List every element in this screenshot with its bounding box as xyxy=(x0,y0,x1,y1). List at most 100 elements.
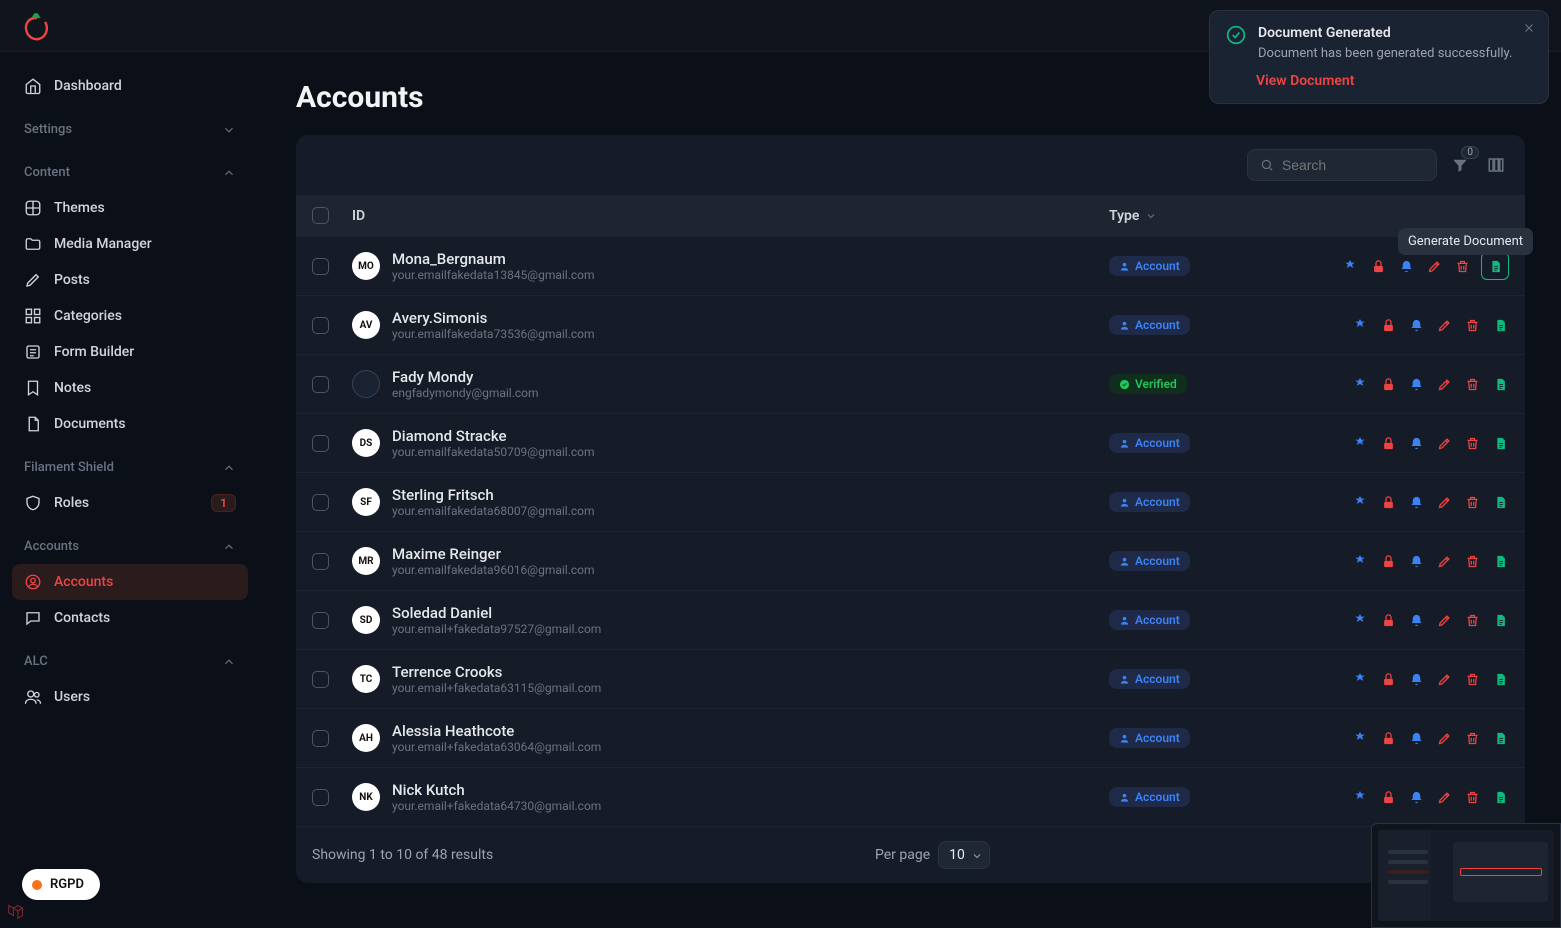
table-search[interactable] xyxy=(1247,149,1437,181)
notify-button[interactable] xyxy=(1407,670,1425,688)
lock-button[interactable] xyxy=(1379,316,1397,334)
delete-button[interactable] xyxy=(1463,670,1481,688)
lock-button[interactable] xyxy=(1379,375,1397,393)
nav-categories[interactable]: Categories xyxy=(12,298,248,334)
impersonate-button[interactable] xyxy=(1351,611,1369,629)
impersonate-button[interactable] xyxy=(1351,434,1369,452)
notify-button[interactable] xyxy=(1407,729,1425,747)
row-checkbox[interactable] xyxy=(312,671,329,688)
impersonate-button[interactable] xyxy=(1351,670,1369,688)
notify-button[interactable] xyxy=(1407,552,1425,570)
user-name[interactable]: Soledad Daniel xyxy=(392,604,601,622)
toast-link[interactable]: View Document xyxy=(1256,73,1532,89)
edit-button[interactable] xyxy=(1435,316,1453,334)
nav-form-builder[interactable]: Form Builder xyxy=(12,334,248,370)
nav-users[interactable]: Users xyxy=(12,679,248,715)
edit-button[interactable] xyxy=(1435,729,1453,747)
section-accounts[interactable]: Accounts xyxy=(12,529,248,564)
section-alc[interactable]: ALC xyxy=(12,644,248,679)
pip-preview[interactable] xyxy=(1371,823,1561,928)
nav-posts[interactable]: Posts xyxy=(12,262,248,298)
user-name[interactable]: Diamond Stracke xyxy=(392,427,595,445)
nav-dashboard[interactable]: Dashboard xyxy=(12,68,248,104)
generate-document-button[interactable] xyxy=(1491,670,1509,688)
nav-documents[interactable]: Documents xyxy=(12,406,248,442)
edit-button[interactable] xyxy=(1435,493,1453,511)
edit-button[interactable] xyxy=(1435,375,1453,393)
section-filament-shield[interactable]: Filament Shield xyxy=(12,450,248,485)
generate-document-button[interactable] xyxy=(1491,611,1509,629)
lock-button[interactable] xyxy=(1379,552,1397,570)
impersonate-button[interactable] xyxy=(1351,316,1369,334)
user-name[interactable]: Mona_Bergnaum xyxy=(392,250,595,268)
section-settings[interactable]: Settings xyxy=(12,112,248,147)
nav-contacts[interactable]: Contacts xyxy=(12,600,248,636)
user-name[interactable]: Fady Mondy xyxy=(392,368,539,386)
notify-button[interactable] xyxy=(1407,434,1425,452)
row-checkbox[interactable] xyxy=(312,730,329,747)
row-checkbox[interactable] xyxy=(312,435,329,452)
lock-button[interactable] xyxy=(1379,493,1397,511)
generate-document-button[interactable] xyxy=(1481,252,1509,280)
nav-notes[interactable]: Notes xyxy=(12,370,248,406)
lock-button[interactable] xyxy=(1379,434,1397,452)
row-checkbox[interactable] xyxy=(312,494,329,511)
nav-themes[interactable]: Themes xyxy=(12,190,248,226)
generate-document-button[interactable] xyxy=(1491,434,1509,452)
delete-button[interactable] xyxy=(1463,611,1481,629)
notify-button[interactable] xyxy=(1407,611,1425,629)
generate-document-button[interactable] xyxy=(1491,316,1509,334)
impersonate-button[interactable] xyxy=(1351,552,1369,570)
delete-button[interactable] xyxy=(1463,375,1481,393)
row-checkbox[interactable] xyxy=(312,553,329,570)
user-name[interactable]: Maxime Reinger xyxy=(392,545,595,563)
table-search-input[interactable] xyxy=(1282,157,1424,173)
lock-button[interactable] xyxy=(1379,788,1397,806)
delete-button[interactable] xyxy=(1463,493,1481,511)
edit-button[interactable] xyxy=(1425,257,1443,275)
notify-button[interactable] xyxy=(1407,493,1425,511)
nav-accounts[interactable]: Accounts xyxy=(12,564,248,600)
delete-button[interactable] xyxy=(1463,729,1481,747)
nav-media-manager[interactable]: Media Manager xyxy=(12,226,248,262)
lock-button[interactable] xyxy=(1369,257,1387,275)
user-name[interactable]: Avery.Simonis xyxy=(392,309,595,327)
notify-button[interactable] xyxy=(1407,316,1425,334)
generate-document-button[interactable] xyxy=(1491,493,1509,511)
user-name[interactable]: Alessia Heathcote xyxy=(392,722,601,740)
user-name[interactable]: Nick Kutch xyxy=(392,781,601,799)
col-type-header[interactable]: Type xyxy=(1109,208,1289,224)
section-content[interactable]: Content xyxy=(12,155,248,190)
delete-button[interactable] xyxy=(1463,316,1481,334)
app-logo[interactable] xyxy=(20,10,52,42)
edit-button[interactable] xyxy=(1435,552,1453,570)
per-page-select[interactable]: 10 xyxy=(938,841,990,869)
toast-close-button[interactable] xyxy=(1522,21,1536,35)
delete-button[interactable] xyxy=(1463,434,1481,452)
rgpd-button[interactable]: RGPD xyxy=(22,869,100,900)
generate-document-button[interactable] xyxy=(1491,375,1509,393)
lock-button[interactable] xyxy=(1379,611,1397,629)
col-id-label[interactable]: ID xyxy=(352,208,365,224)
select-all-checkbox[interactable] xyxy=(312,207,329,224)
row-checkbox[interactable] xyxy=(312,376,329,393)
row-checkbox[interactable] xyxy=(312,612,329,629)
nav-roles[interactable]: Roles 1 xyxy=(12,485,248,521)
notify-button[interactable] xyxy=(1407,788,1425,806)
impersonate-button[interactable] xyxy=(1351,729,1369,747)
notify-button[interactable] xyxy=(1397,257,1415,275)
row-checkbox[interactable] xyxy=(312,258,329,275)
impersonate-button[interactable] xyxy=(1351,375,1369,393)
impersonate-button[interactable] xyxy=(1351,493,1369,511)
edit-button[interactable] xyxy=(1435,670,1453,688)
user-name[interactable]: Sterling Fritsch xyxy=(392,486,595,504)
delete-button[interactable] xyxy=(1463,552,1481,570)
row-checkbox[interactable] xyxy=(312,317,329,334)
edit-button[interactable] xyxy=(1435,434,1453,452)
user-name[interactable]: Terrence Crooks xyxy=(392,663,601,681)
delete-button[interactable] xyxy=(1453,257,1471,275)
generate-document-button[interactable] xyxy=(1491,788,1509,806)
impersonate-button[interactable] xyxy=(1351,788,1369,806)
filter-button[interactable]: 0 xyxy=(1447,152,1473,178)
generate-document-button[interactable] xyxy=(1491,552,1509,570)
